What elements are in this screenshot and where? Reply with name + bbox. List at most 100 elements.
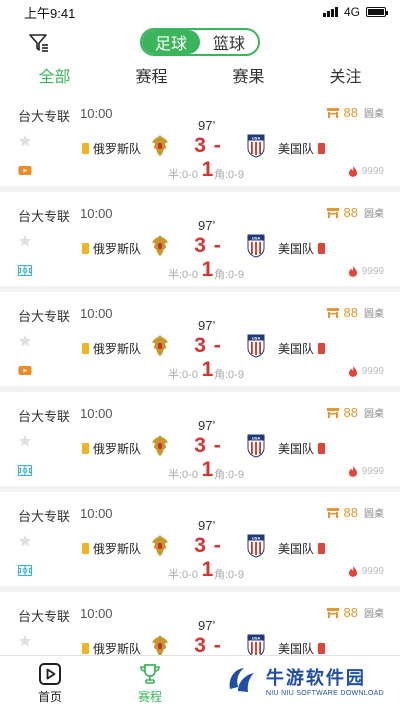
roundtable-badge[interactable]: 88 圆桌	[326, 305, 384, 320]
match-card[interactable]: 台大专联 10:00 97’ 88 圆桌 俄罗斯队 3 - 1	[0, 392, 400, 486]
match-minute: 97’	[198, 518, 216, 533]
nav-schedule[interactable]: 赛程	[120, 662, 180, 705]
tab-following[interactable]: 关注	[301, 63, 391, 87]
league-name: 台大专联	[18, 109, 71, 124]
yellow-card-icon	[82, 543, 89, 554]
roundtable-icon	[326, 307, 339, 318]
roundtable-badge[interactable]: 88 圆桌	[326, 405, 384, 420]
match-card[interactable]: 台大专联 10:00 97’ 88 圆桌 俄罗斯队 3 - 1	[0, 92, 400, 186]
roundtable-icon	[326, 507, 339, 518]
fire-icon	[348, 565, 357, 577]
red-card-icon	[318, 543, 326, 554]
heat-count: 9999	[361, 565, 384, 577]
fire-icon	[348, 265, 357, 277]
tab-schedule[interactable]: 赛程	[107, 63, 197, 87]
roundtable-count: 88	[343, 505, 358, 520]
filter-icon[interactable]	[28, 32, 50, 54]
roundtable-badge[interactable]: 88 圆桌	[326, 605, 384, 620]
animation-icon[interactable]	[18, 465, 32, 476]
corner-count: 角:0-9	[214, 569, 244, 581]
tab-results[interactable]: 赛果	[204, 63, 294, 87]
match-list: 台大专联 10:00 97’ 88 圆桌 俄罗斯队 3 - 1 USA 美国队 …	[0, 92, 400, 655]
roundtable-label: 圆桌	[364, 209, 384, 220]
watermark-title: 牛游软件园	[265, 668, 366, 688]
roundtable-label: 圆桌	[364, 309, 384, 320]
sport-switch: 足球 篮球	[140, 28, 260, 56]
yellow-card-icon	[82, 143, 89, 154]
signal-icon	[322, 7, 338, 17]
roundtable-count: 88	[343, 105, 358, 120]
status-bar: 上午9:41 4G	[0, 0, 400, 24]
sport-tab-football[interactable]: 足球	[142, 30, 200, 54]
video-icon[interactable]	[18, 365, 32, 376]
status-time: 上午9:41	[24, 5, 76, 21]
star-icon[interactable]	[18, 534, 32, 548]
roundtable-icon	[326, 407, 339, 418]
svg-text:USA: USA	[252, 636, 261, 641]
star-icon[interactable]	[18, 234, 32, 248]
red-card-icon	[318, 643, 326, 654]
league-name: 台大专联	[18, 309, 71, 324]
match-card[interactable]: 台大专联 10:00 97’ 88 圆桌 俄罗斯队 3 - 1	[0, 292, 400, 386]
heat-indicator: 9999	[348, 265, 384, 277]
watermark-subtitle: NIU NIU SOFTWARE DOWNLOAD	[265, 690, 384, 697]
star-icon[interactable]	[18, 434, 32, 448]
tab-all[interactable]: 全部	[10, 63, 100, 87]
roundtable-badge[interactable]: 88 圆桌	[326, 205, 384, 220]
russia-crest-icon	[152, 435, 168, 456]
match-time: 10:00	[80, 506, 113, 521]
status-indicators: 4G	[322, 5, 388, 19]
yellow-card-icon	[82, 643, 89, 654]
star-icon[interactable]	[18, 634, 32, 648]
away-team: 美国队	[278, 240, 326, 257]
heat-indicator: 9999	[348, 365, 384, 377]
home-team: 俄罗斯队	[82, 240, 141, 257]
half-time-score: 半:0-0	[168, 369, 198, 381]
header: 足球 篮球	[0, 24, 400, 60]
roundtable-count: 88	[343, 405, 358, 420]
video-icon[interactable]	[18, 165, 32, 176]
yellow-card-icon	[82, 443, 89, 454]
star-icon[interactable]	[18, 134, 32, 148]
sport-tab-basketball[interactable]: 篮球	[200, 30, 258, 54]
svg-text:USA: USA	[252, 336, 261, 341]
nav-home[interactable]: 首页	[20, 662, 80, 705]
usa-crest-icon: USA	[247, 434, 265, 458]
usa-crest-icon: USA	[247, 334, 265, 358]
animation-icon[interactable]	[18, 265, 32, 276]
russia-crest-icon	[152, 335, 168, 356]
usa-crest-icon: USA	[247, 234, 265, 258]
roundtable-badge[interactable]: 88 圆桌	[326, 105, 384, 120]
red-card-icon	[318, 143, 326, 154]
away-team-name: 美国队	[278, 242, 315, 256]
away-team-name: 美国队	[278, 642, 315, 655]
away-team: 美国队	[278, 440, 326, 457]
match-time: 10:00	[80, 206, 113, 221]
roundtable-badge[interactable]: 88 圆桌	[326, 505, 384, 520]
match-time: 10:00	[80, 106, 113, 121]
russia-crest-icon	[152, 535, 168, 556]
animation-icon[interactable]	[18, 565, 32, 576]
heat-count: 9999	[361, 365, 384, 377]
league-name: 台大专联	[18, 509, 71, 524]
match-card[interactable]: 台大专联 10:00 97’ 88 圆桌 俄罗斯队 3 - 1	[0, 192, 400, 286]
away-team-name: 美国队	[278, 542, 315, 556]
half-time-score: 半:0-0	[168, 469, 198, 481]
roundtable-icon	[326, 207, 339, 218]
league-name: 台大专联	[18, 609, 71, 624]
league-name: 台大专联	[18, 409, 71, 424]
svg-text:USA: USA	[252, 436, 261, 441]
roundtable-count: 88	[343, 205, 358, 220]
roundtable-label: 圆桌	[364, 109, 384, 120]
match-time: 10:00	[80, 406, 113, 421]
league-name: 台大专联	[18, 209, 71, 224]
star-icon[interactable]	[18, 334, 32, 348]
match-time: 10:00	[80, 306, 113, 321]
red-card-icon	[318, 443, 326, 454]
match-card[interactable]: 台大专联 10:00 97’ 88 圆桌 俄罗斯队 3 - 1	[0, 592, 400, 655]
usa-crest-icon: USA	[247, 134, 265, 158]
home-team-name: 俄罗斯队	[93, 442, 142, 456]
roundtable-label: 圆桌	[364, 409, 384, 420]
match-card[interactable]: 台大专联 10:00 97’ 88 圆桌 俄罗斯队 3 - 1	[0, 492, 400, 586]
roundtable-icon	[326, 607, 339, 618]
